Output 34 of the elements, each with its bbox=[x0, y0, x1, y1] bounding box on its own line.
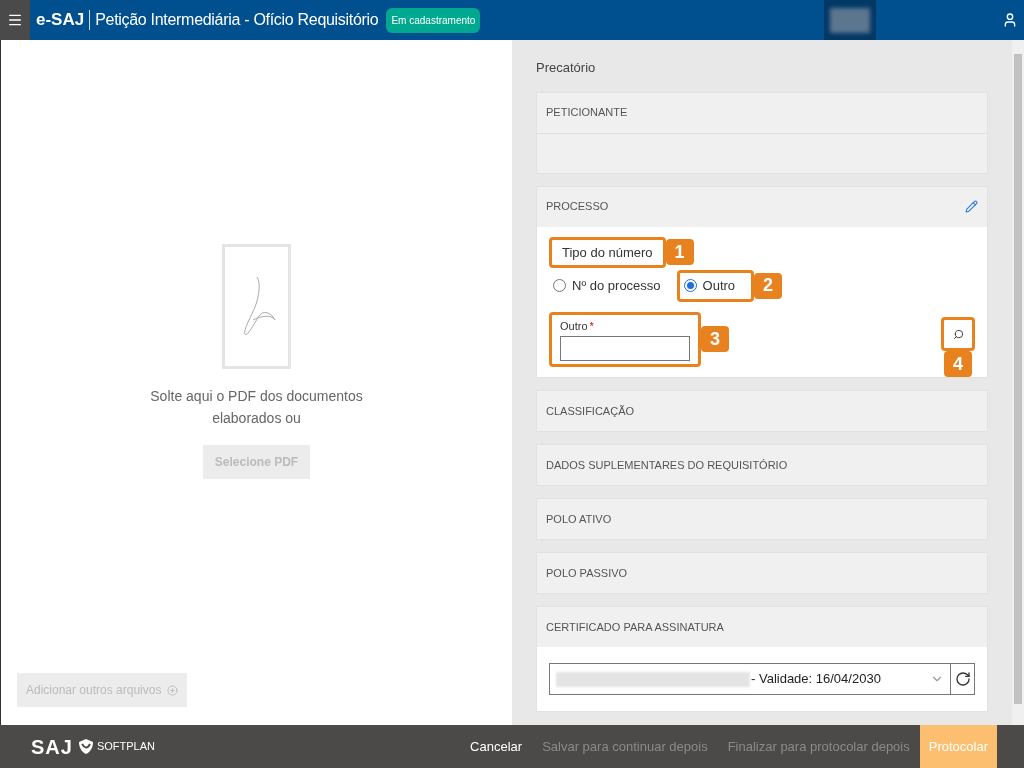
saj-logo: SAJ bbox=[31, 734, 73, 760]
section-heading: Precatório bbox=[536, 59, 597, 77]
search-icon bbox=[952, 328, 964, 340]
section-header[interactable]: DADOS SUPLEMENTARES DO REQUISITÓRIO bbox=[537, 445, 987, 485]
field-label: Tipo do número bbox=[549, 236, 666, 268]
callout-number: 4 bbox=[944, 351, 972, 377]
pdf-document-icon bbox=[222, 244, 291, 369]
callout-number: 2 bbox=[754, 272, 783, 299]
menu-button[interactable] bbox=[0, 0, 30, 40]
drop-instructions: Solte aqui o PDF dos documentos elaborados ou bbox=[149, 387, 364, 428]
section-header[interactable]: PROCESSO bbox=[537, 186, 987, 227]
status-badge: Em cadastramento bbox=[386, 7, 481, 33]
plus-circle-icon bbox=[167, 684, 179, 696]
field-label: Outro * bbox=[560, 318, 595, 334]
blurred-placeholder bbox=[830, 7, 870, 33]
section-header[interactable]: PETICIONANTE bbox=[537, 92, 987, 133]
callout-number: 3 bbox=[701, 326, 729, 353]
section-header[interactable]: POLO ATIVO bbox=[537, 499, 987, 539]
pencil-icon bbox=[965, 200, 978, 213]
section-header[interactable]: CLASSIFICAÇÃO bbox=[537, 391, 987, 431]
page-title: Petição Intermediária - Ofício Requisitório bbox=[95, 10, 379, 30]
section-header[interactable]: POLO PASSIVO bbox=[537, 553, 987, 593]
user-icon bbox=[1002, 12, 1018, 28]
section-header[interactable]: CERTIFICADO PARA ASSINATURA bbox=[537, 607, 987, 647]
input-field[interactable] bbox=[560, 336, 690, 361]
radio-option[interactable]: Nº do processo bbox=[549, 273, 665, 299]
app-name: e-SAJ bbox=[36, 9, 85, 32]
brand-name: SOFTPLAN bbox=[96, 739, 155, 755]
footer-button[interactable]: Cancelar bbox=[460, 736, 533, 757]
menu-icon bbox=[7, 12, 23, 28]
callout-number: 1 bbox=[665, 239, 694, 266]
scrollbar[interactable] bbox=[1012, 40, 1024, 725]
search-button[interactable] bbox=[941, 317, 975, 351]
shield-logo-icon bbox=[77, 738, 94, 755]
